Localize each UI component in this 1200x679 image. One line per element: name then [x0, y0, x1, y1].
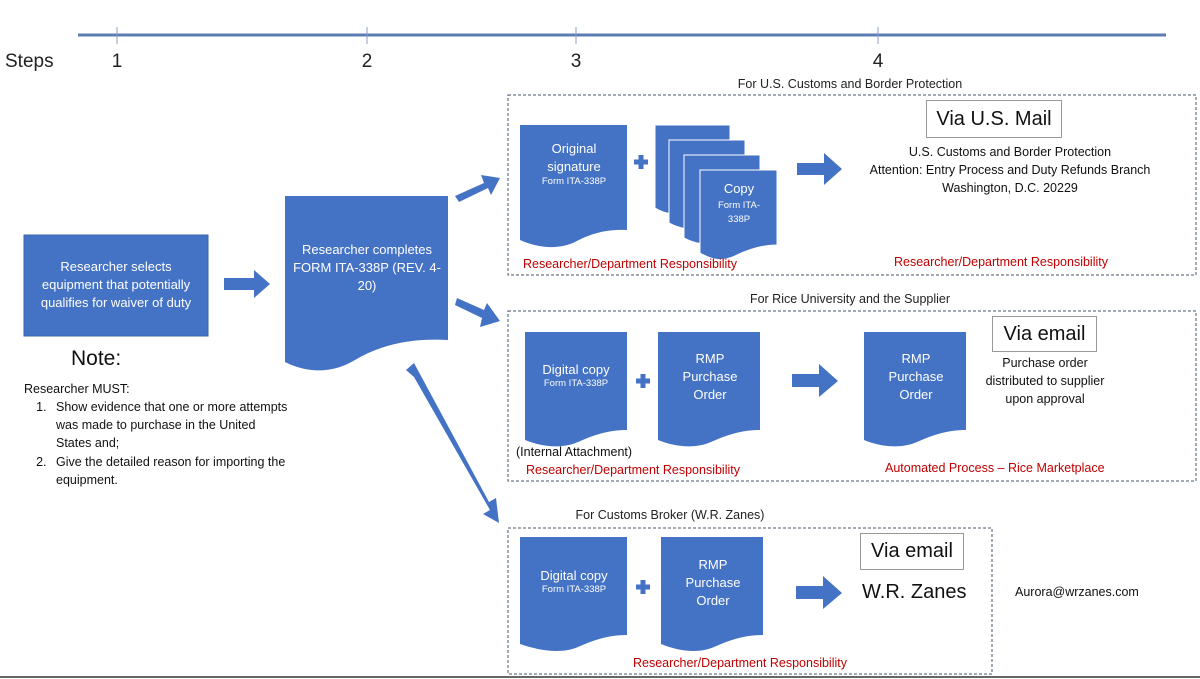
cbp-responsibility-right: Researcher/Department Responsibility — [894, 255, 1108, 269]
rice-via-email-box: Via email — [992, 316, 1097, 352]
rice-description-line-3: upon approval — [1005, 392, 1085, 407]
rice-digital-copy-text: Digital copy Form ITA-338P — [525, 362, 627, 389]
cbp-group-title: For U.S. Customs and Border Protection — [737, 77, 963, 91]
broker-email[interactable]: Aurora@wrzanes.com — [1015, 585, 1139, 599]
arrow-to-cbp-group — [455, 175, 500, 202]
cbp-address-line-1: U.S. Customs and Border Protection — [908, 145, 1112, 159]
broker-plus-icon — [636, 580, 650, 594]
rice-description-line-2: distributed to supplier — [985, 374, 1105, 389]
note-intro: Researcher MUST: — [24, 382, 130, 396]
cbp-address: U.S. Customs and Border Protection Atten… — [840, 143, 1180, 197]
cbp-arrow — [797, 153, 842, 185]
rice-digital-copy-title: Digital copy — [542, 362, 610, 377]
cbp-copy-sub: Form ITA-338P — [717, 199, 761, 225]
rice-responsibility-right: Automated Process – Rice Marketplace — [885, 461, 1105, 475]
timeline-label: Steps — [5, 51, 54, 72]
rice-internal-attachment-caption: (Internal Attachment) — [516, 445, 633, 459]
broker-digital-copy-text: Digital copy Form ITA-338P — [522, 568, 626, 595]
note-title: Note: — [71, 347, 122, 370]
cbp-copy-document-text: Copy Form ITA-338P — [702, 181, 776, 227]
cbp-original-document-text: Original signature Form ITA-338P — [522, 140, 626, 188]
arrow-to-broker-group — [406, 363, 499, 523]
rice-arrow — [792, 364, 838, 397]
broker-rmp-po-text: RMP Purchase Order — [685, 557, 741, 609]
arrow-step1-to-step2 — [224, 270, 270, 298]
cbp-plus-icon — [634, 155, 648, 169]
step-number-3: 3 — [570, 51, 582, 72]
rice-responsibility-left: Researcher/Department Responsibility — [526, 463, 740, 477]
rice-digital-copy-document — [525, 332, 627, 447]
cbp-address-line-3: Washington, D.C. 20229 — [942, 181, 1078, 196]
note-body: Researcher MUST: Show evidence that one … — [24, 380, 294, 489]
cbp-original-title: Original signature — [547, 141, 601, 175]
broker-digital-copy-sub: Form ITA-338P — [541, 583, 607, 595]
step-number-4: 4 — [872, 51, 884, 72]
cbp-copy-title: Copy — [723, 181, 755, 196]
arrow-to-rice-group — [455, 298, 500, 327]
note-item-2: Give the detailed reason for importing t… — [50, 453, 294, 489]
cbp-original-sub: Form ITA-338P — [541, 176, 607, 188]
step-number-2: 2 — [361, 51, 373, 72]
rice-description: Purchase order distributed to supplier u… — [980, 354, 1110, 408]
note-list: Show evidence that one or more attempts … — [24, 398, 294, 489]
broker-group-title: For Customs Broker (W.R. Zanes) — [575, 508, 765, 522]
rice-rmp-po-approved-text: RMP Purchase Order — [888, 351, 944, 403]
step1-box-text: Researcher selects equipment that potent… — [40, 259, 192, 311]
rice-group-title: For Rice University and the Supplier — [749, 292, 951, 306]
cbp-via-mail-box: Via U.S. Mail — [926, 100, 1062, 138]
note-item-1: Show evidence that one or more attempts … — [50, 398, 294, 452]
step-number-1: 1 — [111, 51, 123, 72]
rice-plus-icon — [636, 374, 650, 388]
rice-digital-copy-sub: Form ITA-338P — [543, 377, 609, 389]
cbp-responsibility-left: Researcher/Department Responsibility — [523, 257, 737, 271]
broker-digital-copy-title: Digital copy — [540, 568, 608, 583]
cbp-address-line-2: Attention: Entry Process and Duty Refund… — [869, 163, 1151, 178]
broker-responsibility: Researcher/Department Responsibility — [633, 656, 847, 670]
broker-recipient: W.R. Zanes — [862, 581, 967, 603]
broker-via-email-box: Via email — [860, 533, 964, 570]
broker-arrow — [796, 576, 842, 609]
step2-document-text: Researcher completes FORM ITA-338P (REV.… — [293, 242, 441, 294]
rice-rmp-po-text: RMP Purchase Order — [682, 351, 738, 403]
rice-description-line-1: Purchase order — [1002, 356, 1088, 370]
